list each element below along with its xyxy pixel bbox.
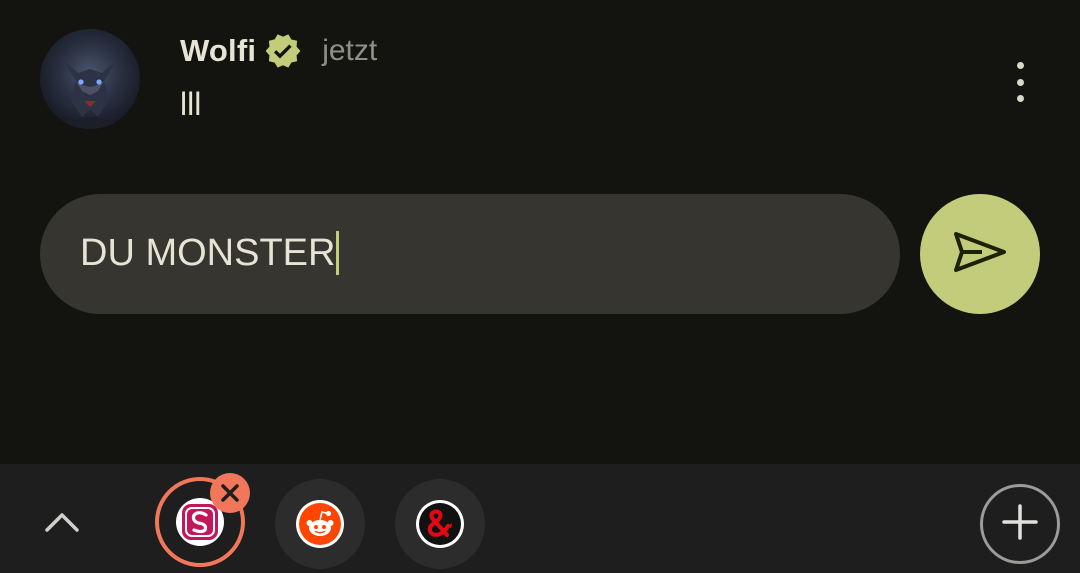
sender-avatar <box>40 29 140 129</box>
sender-row: Wolfi jetzt <box>180 30 377 72</box>
plus-icon <box>1000 502 1040 547</box>
add-bubble-button[interactable] <box>980 484 1060 564</box>
text-cursor <box>336 231 340 275</box>
reply-input-value: DU MONSTER <box>80 231 336 274</box>
reply-input-text-wrap[interactable]: DU MONSTER <box>80 230 340 276</box>
close-icon[interactable] <box>210 473 250 513</box>
send-icon <box>952 228 1008 281</box>
verified-badge-icon <box>264 32 302 70</box>
bubble-reddit[interactable] <box>275 479 365 569</box>
message-text: lll <box>180 86 202 122</box>
sender-name: Wolfi <box>180 33 257 68</box>
more-vert-icon[interactable] <box>1004 62 1036 102</box>
timestamp: jetzt <box>322 34 378 67</box>
notification-card[interactable]: Wolfi jetzt lll DU MONSTER <box>0 0 1080 464</box>
reddit-icon <box>296 500 344 548</box>
reply-input[interactable]: DU MONSTER <box>40 194 900 314</box>
chevron-up-icon[interactable] <box>40 500 84 544</box>
ampersand-dragon-icon <box>416 500 464 548</box>
send-button[interactable] <box>920 194 1040 314</box>
bubble-dnd[interactable] <box>395 479 485 569</box>
